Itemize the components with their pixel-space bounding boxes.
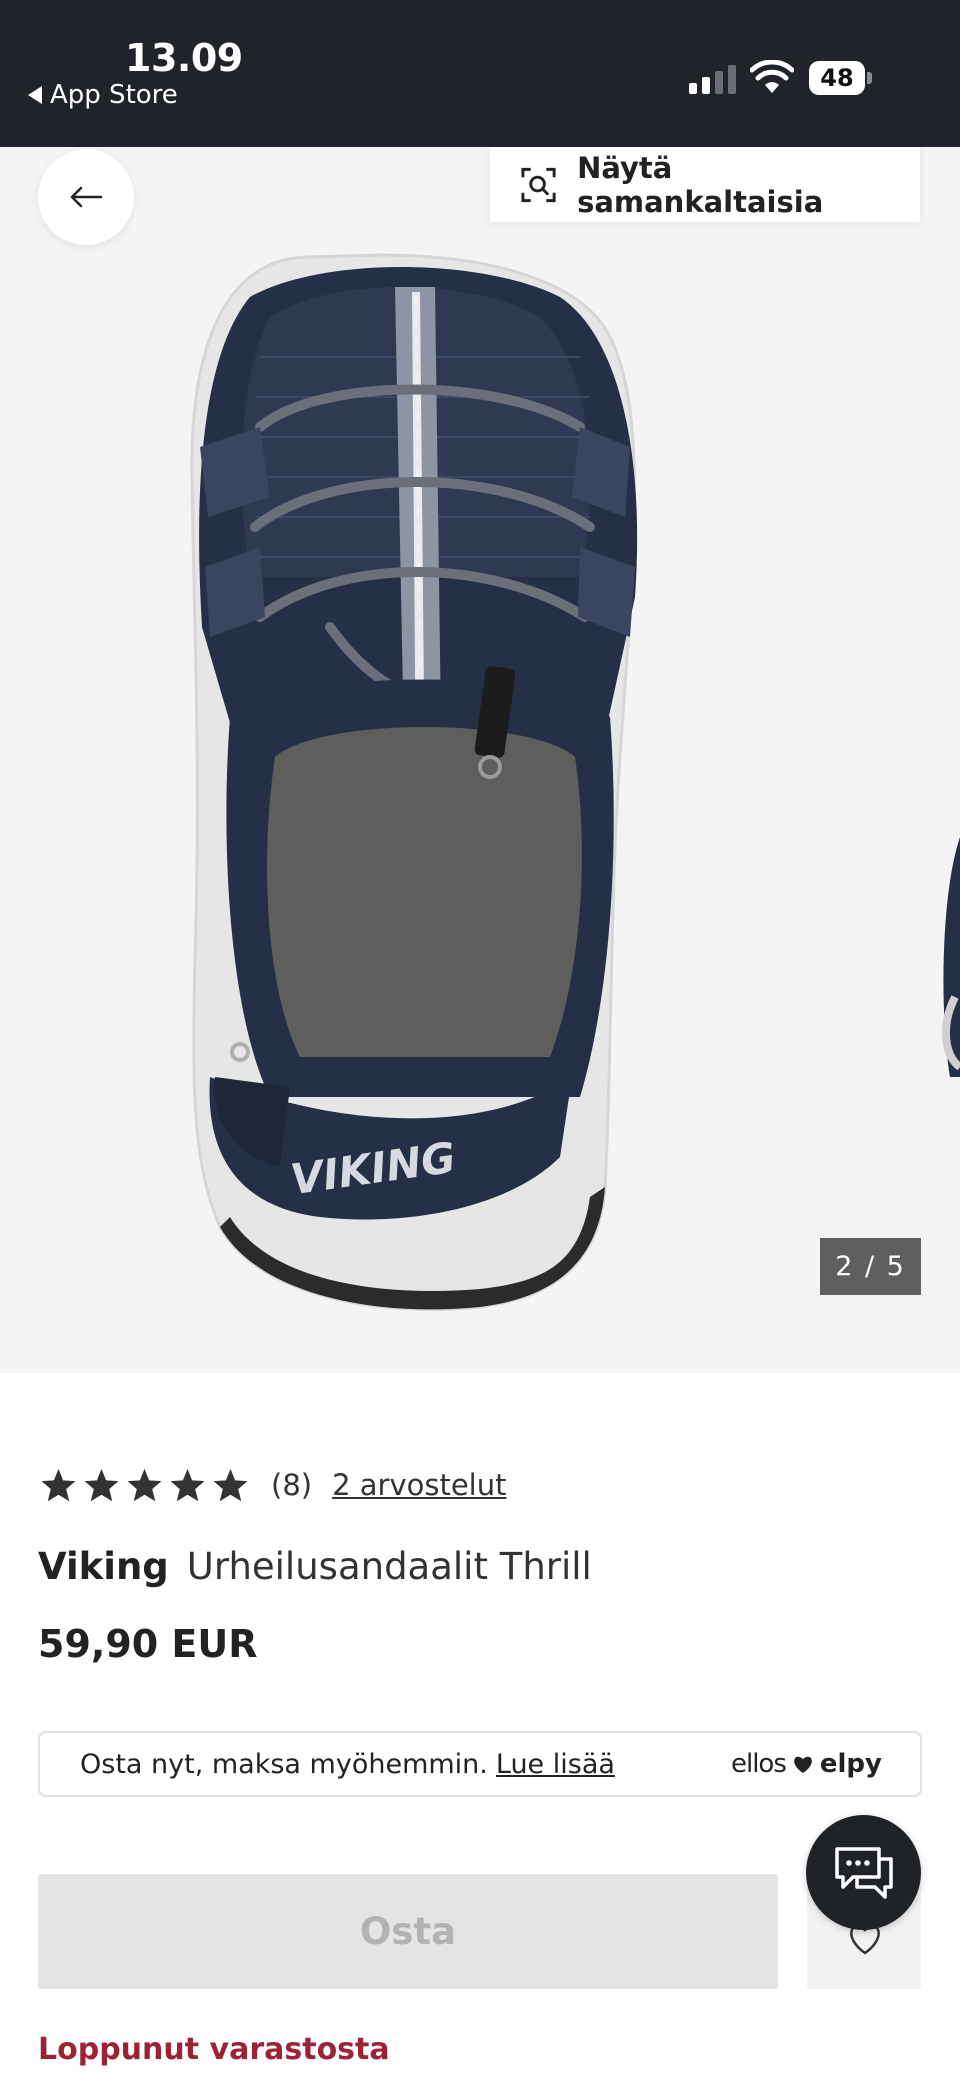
show-similar-button[interactable]: Näytä samankaltaisia: [490, 147, 920, 222]
visual-search-icon: [521, 167, 556, 202]
cellular-signal-icon: [689, 64, 736, 94]
reviews-link[interactable]: 2 arvostelut: [332, 1468, 506, 1502]
wifi-icon: [750, 60, 794, 93]
heart-icon: [794, 1756, 812, 1773]
back-to-app-store[interactable]: App Store: [28, 80, 178, 110]
bnpl-banner: Osta nyt, maksa myöhemmin. Lue lisää ell…: [38, 1731, 922, 1797]
star-icon: [127, 1468, 162, 1502]
rating-count: (8): [271, 1468, 313, 1502]
star-icon: [84, 1468, 119, 1502]
bnpl-read-more-link[interactable]: Lue lisää: [496, 1749, 615, 1780]
back-button[interactable]: [38, 149, 134, 245]
ellos-elpy-logo: ellos elpy: [731, 1749, 882, 1779]
battery-level: 48: [809, 61, 865, 95]
logo-ellos: ellos: [730, 1749, 787, 1779]
rating-row: (8) 2 arvostelut: [40, 1467, 507, 1503]
chat-button[interactable]: [806, 1815, 921, 1930]
star-icon: [170, 1468, 205, 1502]
image-pager: 2 / 5: [820, 1238, 921, 1295]
out-of-stock-label: Loppunut varastosta: [38, 2032, 390, 2067]
product-image: VIKING: [190, 253, 638, 1311]
status-time: 13.09: [125, 36, 243, 80]
bnpl-text: Osta nyt, maksa myöhemmin.: [80, 1748, 488, 1780]
product-image-gallery[interactable]: VIKING Näytä samankaltaisia 2 / 5: [0, 147, 960, 1373]
next-image-peek: [941, 837, 960, 1077]
rating-stars: [40, 1467, 249, 1503]
star-icon: [41, 1468, 76, 1502]
arrow-left-icon: [70, 186, 103, 208]
product-name: Urheilusandaalit Thrill: [186, 1545, 592, 1588]
product-brand[interactable]: Viking: [38, 1545, 169, 1588]
chat-bubbles-icon: [834, 1846, 893, 1899]
back-triangle-icon: [28, 86, 42, 104]
status-bar: 13.09 App Store 48: [0, 0, 960, 147]
battery-icon: 48: [809, 61, 872, 95]
buy-button[interactable]: Osta: [38, 1874, 778, 1989]
product-price: 59,90 EUR: [38, 1622, 258, 1666]
show-similar-label: Näytä samankaltaisia: [577, 150, 824, 219]
product-title: Viking Urheilusandaalit Thrill: [38, 1545, 592, 1588]
logo-elpy: elpy: [819, 1749, 882, 1779]
star-icon: [213, 1468, 248, 1502]
back-app-label: App Store: [50, 80, 178, 110]
